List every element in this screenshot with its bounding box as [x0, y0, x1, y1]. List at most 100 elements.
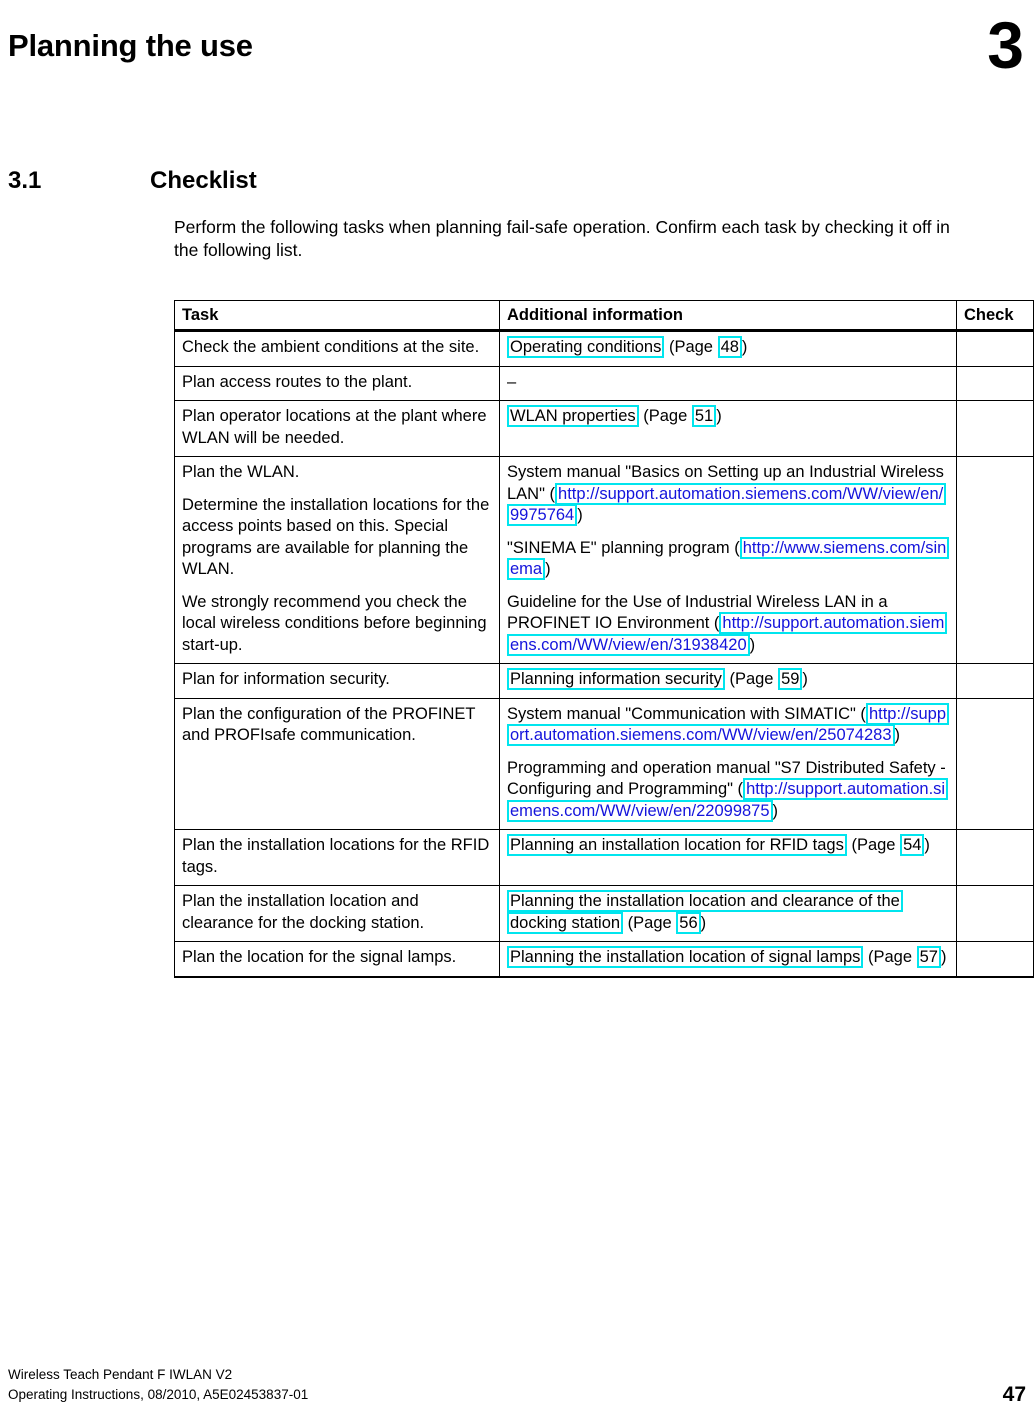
- info-paragraph: "SINEMA E" planning program (http://www.…: [507, 536, 950, 581]
- info-paragraph: System manual "Communication with SIMATI…: [507, 702, 949, 747]
- check-cell[interactable]: [956, 663, 1034, 699]
- table-header-row: Task Additional information Check: [174, 300, 1034, 332]
- info-paragraph: Planning the installation location and c…: [507, 890, 949, 934]
- info-paragraph: Programming and operation manual "S7 Dis…: [507, 758, 949, 823]
- info-text: (Page: [863, 948, 917, 966]
- section-number: 3.1: [8, 167, 42, 194]
- additional-information-cell: Planning the installation location of si…: [499, 941, 957, 978]
- info-text: ): [749, 635, 756, 654]
- page-title: Planning the use: [8, 28, 253, 63]
- info-paragraph: Planning information security (Page 59): [507, 668, 949, 691]
- task-cell: Plan access routes to the plant.: [174, 365, 500, 401]
- check-cell[interactable]: [956, 456, 1034, 664]
- task-cell: Check the ambient conditions at the site…: [174, 330, 500, 367]
- table-row: Plan the installation locations for the …: [174, 829, 1034, 886]
- info-text: –: [507, 372, 517, 391]
- checklist-table: Task Additional information Check Check …: [174, 300, 1034, 978]
- info-text: ): [716, 407, 722, 425]
- info-text: ): [545, 560, 551, 578]
- check-cell[interactable]: [956, 330, 1034, 367]
- task-cell: Plan the configuration of the PROFINET a…: [174, 697, 500, 830]
- chapter-header: Planning the use 3: [0, 12, 1034, 88]
- task-paragraph: Plan access routes to the plant.: [182, 372, 413, 391]
- table-row: Check the ambient conditions at the site…: [174, 330, 1034, 367]
- column-header-info: Additional information: [499, 300, 957, 332]
- info-text: "SINEMA E" planning program (: [507, 538, 740, 557]
- task-paragraph: We strongly recommend you check the loca…: [182, 592, 487, 654]
- additional-information-cell: Operating conditions (Page 48): [499, 330, 957, 367]
- check-cell[interactable]: [956, 885, 1034, 942]
- table-header: Task Additional information Check: [174, 300, 1034, 332]
- check-cell[interactable]: [956, 400, 1034, 457]
- page-reference-link[interactable]: 56: [676, 911, 701, 934]
- info-text: ): [924, 836, 930, 854]
- table-row: Plan access routes to the plant. –: [174, 365, 1034, 401]
- info-text: ): [894, 726, 901, 744]
- info-paragraph: Operating conditions (Page 48): [507, 336, 949, 359]
- info-text: System manual "Communication with SIMATI…: [507, 704, 866, 723]
- external-link[interactable]: http://support.automation.siemens.com/WW…: [507, 482, 947, 526]
- info-text: ): [741, 338, 748, 356]
- check-cell[interactable]: [956, 697, 1034, 830]
- info-text: ): [700, 913, 707, 932]
- additional-information-cell: Planning the installation location and c…: [499, 885, 957, 942]
- check-cell[interactable]: [956, 829, 1034, 886]
- info-text: ): [772, 801, 779, 820]
- task-paragraph: Plan the configuration of the PROFINET a…: [182, 704, 476, 745]
- info-paragraph: Planning the installation location of si…: [507, 946, 949, 969]
- page-reference-link[interactable]: 48: [717, 336, 742, 358]
- info-paragraph: WLAN properties (Page 51): [507, 405, 949, 428]
- info-text: (Page: [623, 913, 677, 932]
- info-text: (Page: [724, 670, 779, 688]
- column-header-check: Check: [956, 300, 1034, 332]
- page-reference-link[interactable]: 51: [691, 405, 717, 427]
- footer-document-info: Operating Instructions, 08/2010, A5E0245…: [8, 1387, 309, 1402]
- additional-information-cell: System manual "Communication with SIMATI…: [499, 697, 957, 830]
- table-row: Plan the configuration of the PROFINET a…: [174, 697, 1034, 830]
- task-paragraph: Plan operator locations at the plant whe…: [182, 407, 487, 447]
- info-paragraph: –: [507, 372, 949, 394]
- task-paragraph: Plan the WLAN.: [182, 463, 300, 481]
- table-row: Plan for information security. Planning i…: [174, 663, 1034, 699]
- task-paragraph: Plan for information security.: [182, 670, 390, 688]
- task-cell: Plan the installation location and clear…: [174, 885, 500, 942]
- task-cell: Plan the installation locations for the …: [174, 829, 500, 886]
- page-reference-link[interactable]: 59: [778, 668, 803, 690]
- additional-information-cell: System manual "Basics on Setting up an I…: [499, 456, 957, 664]
- additional-information-cell: Planning an installation location for RF…: [499, 829, 957, 886]
- info-paragraph: Guideline for the Use of Industrial Wire…: [507, 592, 949, 657]
- check-cell[interactable]: [956, 941, 1034, 978]
- task-cell: Plan the WLAN. Determine the installation…: [174, 456, 500, 664]
- chapter-number: 3: [987, 8, 1024, 82]
- task-paragraph: Plan the installation location and clear…: [182, 892, 425, 932]
- page-reference-link[interactable]: 54: [900, 834, 925, 856]
- additional-information-cell: –: [499, 365, 957, 401]
- table-row: Plan operator locations at the plant whe…: [174, 400, 1034, 457]
- check-cell[interactable]: [956, 365, 1034, 401]
- info-text: (Page: [638, 407, 692, 425]
- cross-reference-link[interactable]: Planning the installation location of si…: [507, 946, 864, 968]
- info-paragraph: Planning an installation location for RF…: [507, 834, 949, 857]
- info-text: (Page: [846, 836, 901, 854]
- additional-information-cell: Planning information security (Page 59): [499, 663, 957, 699]
- task-paragraph: Plan the installation locations for the …: [182, 836, 490, 876]
- intro-paragraph: Perform the following tasks when plannin…: [174, 217, 950, 260]
- table-row: Plan the installation location and clear…: [174, 885, 1034, 942]
- footer-product-name: Wireless Teach Pendant F IWLAN V2: [8, 1367, 233, 1382]
- page-reference-link[interactable]: 57: [916, 946, 941, 968]
- info-text: (Page: [664, 338, 718, 356]
- task-cell: Plan operator locations at the plant whe…: [174, 400, 500, 457]
- cross-reference-link[interactable]: WLAN properties: [507, 405, 639, 427]
- task-paragraph: Check the ambient conditions at the site…: [182, 338, 480, 356]
- table-body: Check the ambient conditions at the site…: [174, 330, 1034, 978]
- info-paragraph: System manual "Basics on Setting up an I…: [507, 462, 949, 527]
- cross-reference-link[interactable]: Planning an installation location for RF…: [507, 834, 847, 856]
- task-cell: Plan for information security.: [174, 663, 500, 699]
- cross-reference-link[interactable]: Operating conditions: [507, 336, 665, 358]
- task-paragraph: Plan the location for the signal lamps.: [182, 948, 457, 966]
- section-title: Checklist: [150, 167, 257, 194]
- info-text: ): [802, 670, 808, 688]
- cross-reference-link[interactable]: Planning information security: [507, 668, 725, 690]
- task-paragraph: Determine the installation locations for…: [182, 495, 490, 579]
- column-header-task: Task: [174, 300, 500, 332]
